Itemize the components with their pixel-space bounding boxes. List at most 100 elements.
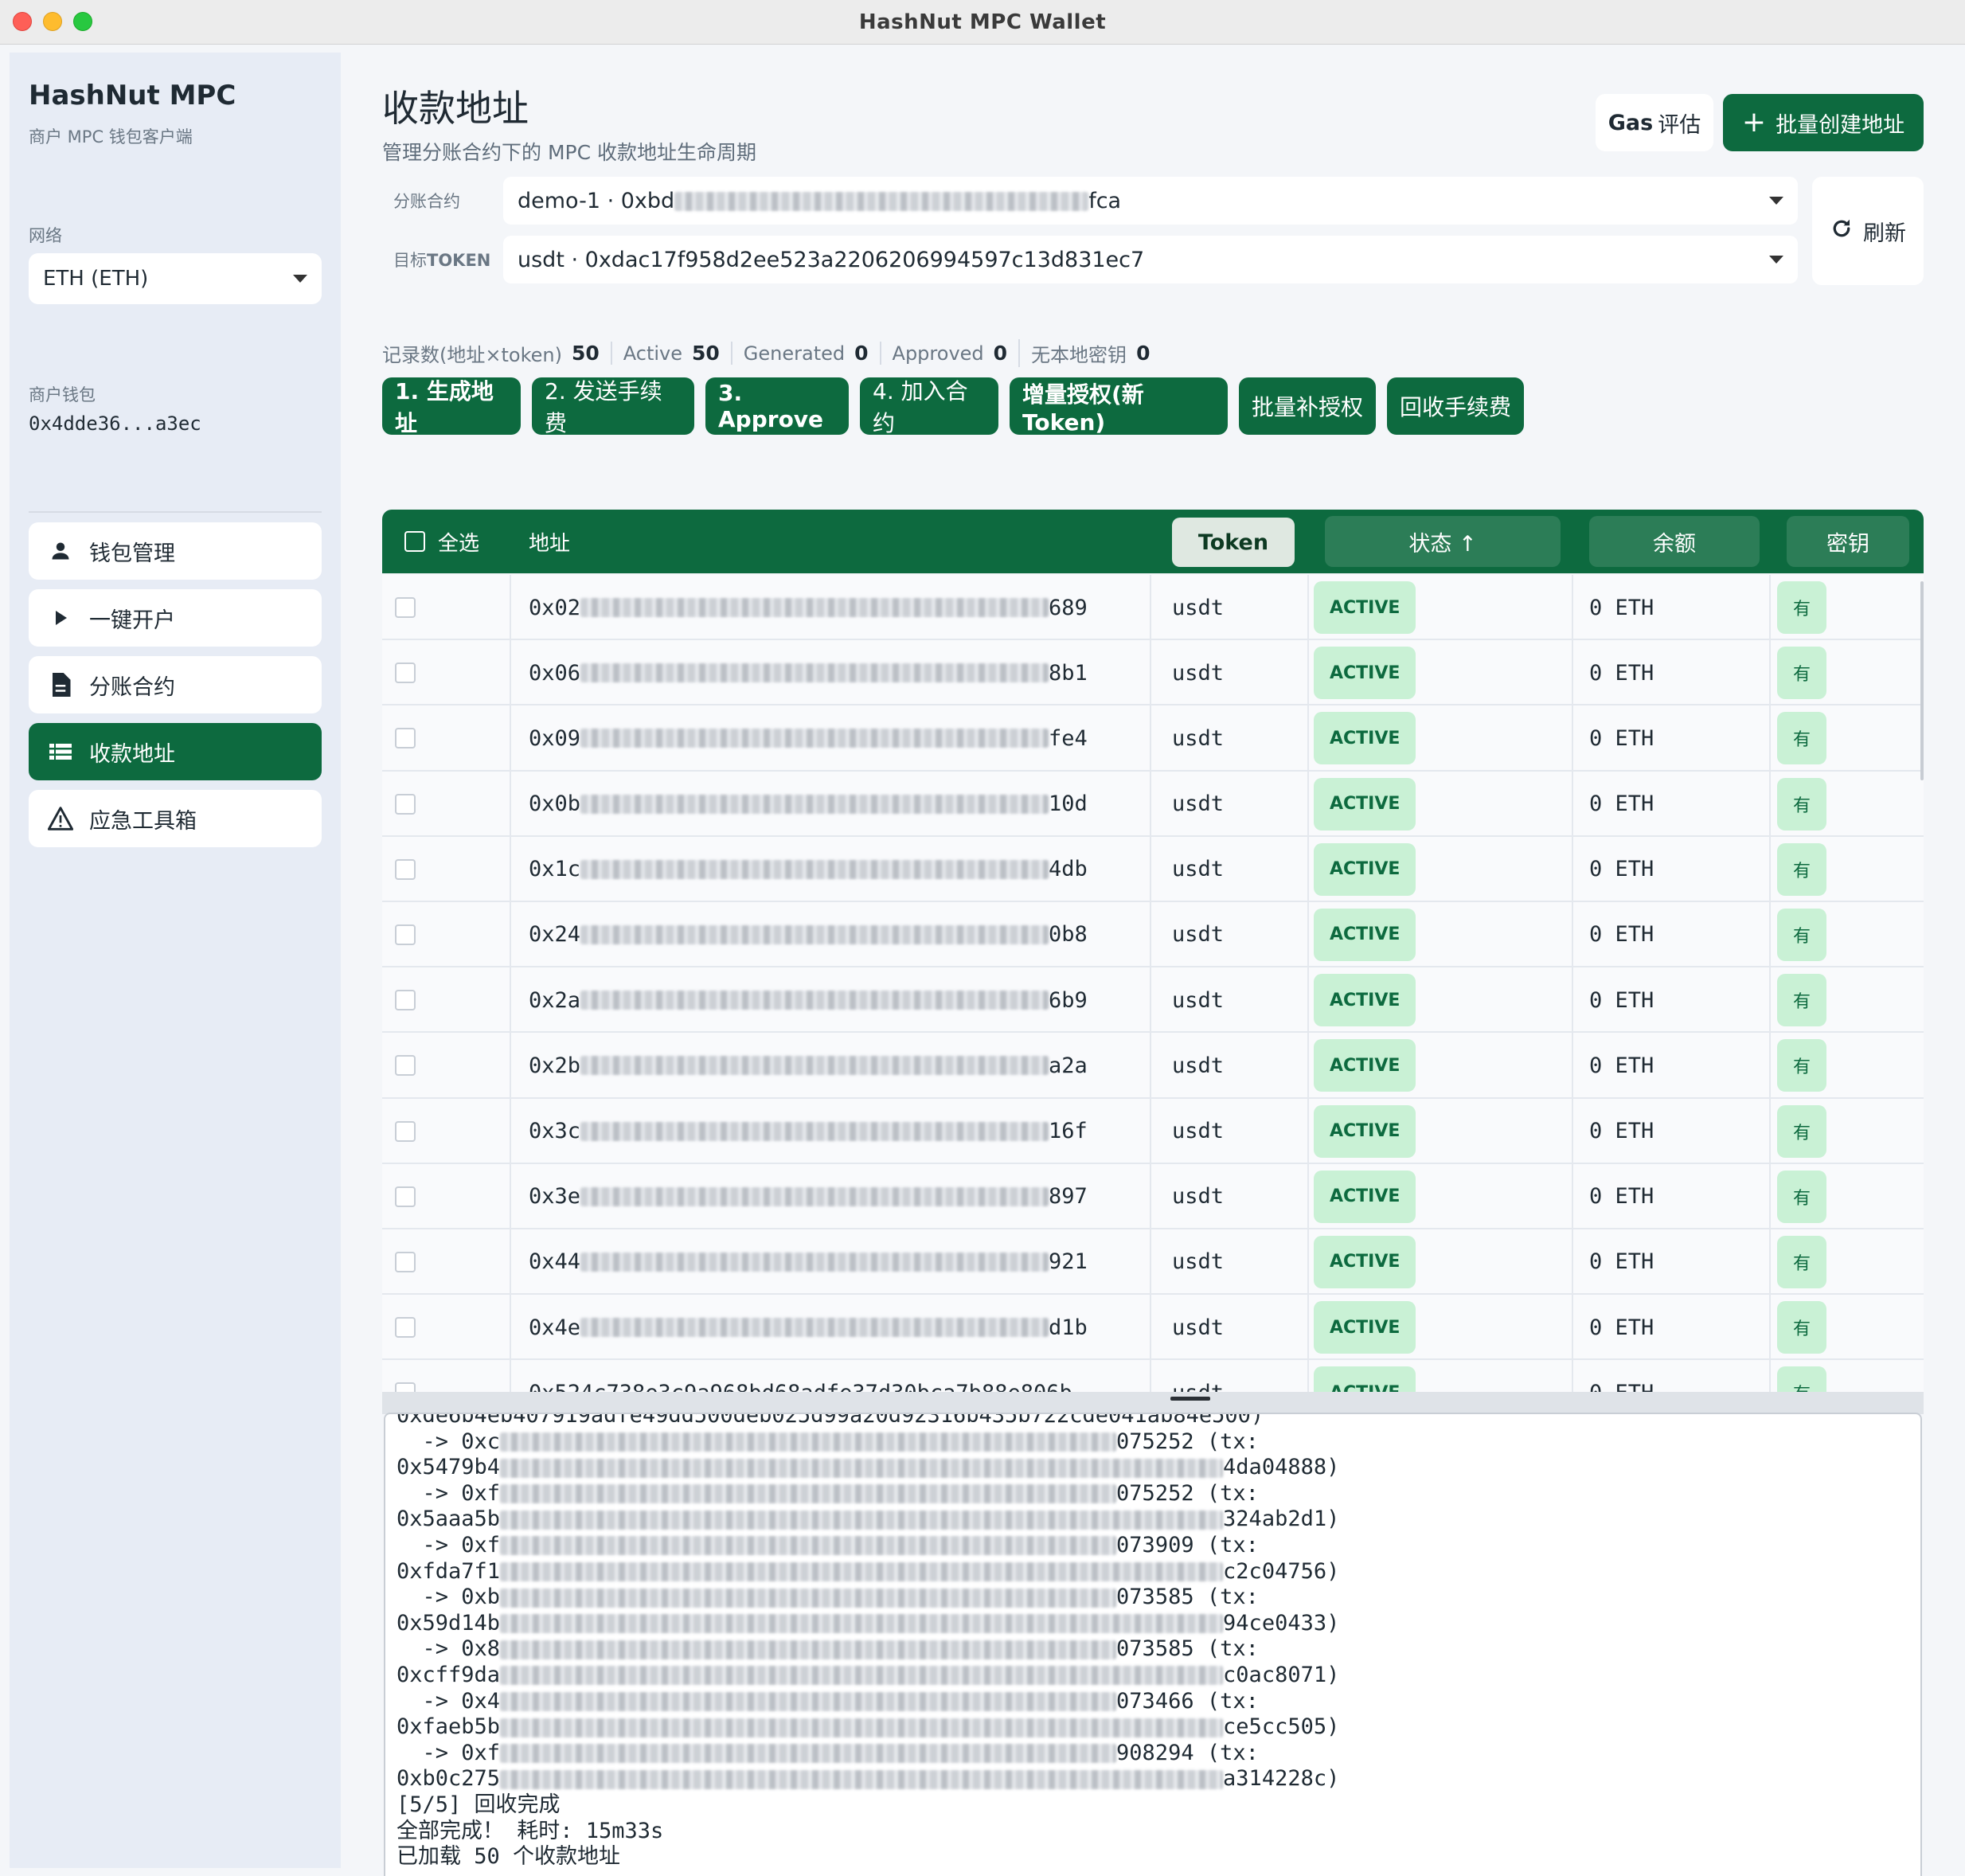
sidebar-item-label: 收款地址 — [89, 741, 175, 767]
address-prefix: 0x44 — [529, 1249, 581, 1275]
stat-records: 记录数(地址×token) 50 — [382, 339, 611, 367]
table-row[interactable]: 0x2b a2a usdt ACTIVE 0 ETH 有 — [382, 1033, 1924, 1099]
column-token[interactable]: Token — [1172, 518, 1295, 567]
table-row[interactable]: 0x02 689 usdt ACTIVE 0 ETH 有 — [382, 575, 1924, 641]
select-all[interactable]: 全选 — [404, 510, 479, 573]
column-key[interactable]: 密钥 — [1787, 516, 1909, 567]
reclaim-fee-button[interactable]: 回收手续费 — [1387, 377, 1524, 435]
address-prefix: 0x02 — [529, 595, 581, 620]
table-row[interactable]: 0x4e d1b usdt ACTIVE 0 ETH 有 — [382, 1295, 1924, 1361]
merchant-wallet-address: 0x4dde36...a3ec — [29, 412, 201, 435]
row-checkbox[interactable] — [395, 772, 416, 837]
redacted-address — [580, 924, 1049, 944]
key-cell: 有 — [1777, 902, 1826, 967]
refresh-button[interactable]: 刷新 — [1812, 177, 1924, 285]
gas-estimate-button[interactable]: Gas 评估 — [1596, 94, 1713, 151]
column-divider — [510, 575, 511, 639]
minimize-window-button[interactable] — [43, 12, 62, 31]
key-badge: 有 — [1777, 1170, 1826, 1223]
table-row[interactable]: 0x06 8b1 usdt ACTIVE 0 ETH 有 — [382, 640, 1924, 706]
balance-cell: 0 ETH — [1589, 857, 1654, 882]
table-row[interactable]: 0x44 921 usdt ACTIVE 0 ETH 有 — [382, 1229, 1924, 1296]
key-cell: 有 — [1777, 967, 1826, 1033]
row-checkbox[interactable] — [395, 967, 416, 1033]
table-row[interactable]: 0x3c 16f usdt ACTIVE 0 ETH 有 — [382, 1098, 1924, 1164]
status-cell: ACTIVE — [1314, 1360, 1416, 1392]
maximize-window-button[interactable] — [73, 12, 92, 31]
panel-splitter[interactable] — [382, 1392, 1924, 1414]
log-text: 0xcff9da — [397, 1662, 501, 1687]
row-checkbox[interactable] — [395, 1229, 416, 1295]
send-fee-button[interactable]: 2. 发送手续费 — [532, 377, 694, 436]
token-cell: usdt — [1172, 1360, 1224, 1392]
row-checkbox[interactable] — [395, 575, 416, 640]
table-row[interactable]: 0x3e 897 usdt ACTIVE 0 ETH 有 — [382, 1163, 1924, 1229]
token-select[interactable]: usdt · 0xdac17f958d2ee523a2206206994597c… — [503, 236, 1798, 283]
row-checkbox[interactable] — [395, 1099, 416, 1164]
column-divider — [1307, 1033, 1309, 1097]
table-row[interactable]: 0x2a 6b9 usdt ACTIVE 0 ETH 有 — [382, 967, 1924, 1034]
log-text-suffix: 073909 (tx: — [1116, 1532, 1259, 1557]
sidebar-divider — [29, 511, 322, 513]
main-content: 收款地址 管理分账合约下的 MPC 收款地址生命周期 Gas 评估 + 批量创建… — [341, 45, 1965, 1876]
network-select[interactable]: ETH (ETH) — [29, 253, 322, 304]
row-checkbox[interactable] — [395, 640, 416, 705]
splitter-grip[interactable] — [1170, 1397, 1210, 1401]
table-scrollbar[interactable] — [1920, 581, 1924, 780]
log-line: 全部完成！ 耗时: 15m33s — [397, 1819, 1339, 1845]
row-checkbox[interactable] — [395, 1295, 416, 1360]
row-checkbox[interactable] — [395, 837, 416, 902]
table-row[interactable]: 0x1c 4db usdt ACTIVE 0 ETH 有 — [382, 836, 1924, 902]
sidebar-item-split-contract[interactable]: 分账合约 — [29, 656, 322, 713]
batch-reauthorize-button[interactable]: 批量补授权 — [1239, 377, 1376, 435]
row-checkbox[interactable] — [395, 902, 416, 967]
row-checkbox[interactable] — [395, 705, 416, 771]
sidebar-item-emergency-toolbox[interactable]: 应急工具箱 — [29, 790, 322, 847]
approve-button[interactable]: 3. Approve — [705, 377, 849, 435]
table-row[interactable]: 0x0b 10d usdt ACTIVE 0 ETH 有 — [382, 771, 1924, 837]
stat-label: Active — [623, 342, 682, 365]
sidebar-item-receive-addresses[interactable]: 收款地址 — [29, 723, 322, 780]
batch-create-address-button[interactable]: + 批量创建地址 — [1723, 94, 1924, 151]
contract-select[interactable]: demo-1 · 0xbd fca — [503, 177, 1798, 225]
status-badge: ACTIVE — [1314, 777, 1416, 831]
row-checkbox[interactable] — [395, 1164, 416, 1229]
table-row[interactable]: 0x24 0b8 usdt ACTIVE 0 ETH 有 — [382, 901, 1924, 968]
token-cell: usdt — [1172, 857, 1225, 882]
sidebar-item-one-click-open[interactable]: 一键开户 — [29, 589, 322, 647]
log-line: -> 0x4 073466 (tx: — [397, 1689, 1339, 1715]
log-text-suffix: 94ce0433) — [1223, 1610, 1340, 1636]
row-checkbox[interactable] — [395, 1033, 416, 1098]
address-prefix: 0x2a — [529, 987, 581, 1013]
log-line: 0xfaeb5b ce5cc505) — [397, 1714, 1339, 1741]
incremental-authorize-button[interactable]: 增量授权(新Token) — [1010, 377, 1228, 436]
row-checkbox[interactable] — [395, 1360, 416, 1392]
select-all-checkbox[interactable] — [404, 531, 425, 552]
log-text: -> 0xb — [397, 1585, 501, 1610]
status-badge: ACTIVE — [1314, 908, 1416, 961]
column-divider — [1769, 1098, 1771, 1163]
column-divider — [510, 901, 511, 967]
redacted-address — [580, 1252, 1049, 1272]
column-divider — [1769, 901, 1771, 967]
column-divider — [1769, 836, 1771, 901]
column-status[interactable]: 状态 ↑ — [1325, 516, 1561, 567]
stat-label: 记录数(地址×token) — [382, 344, 562, 366]
redacted-address — [580, 1121, 1049, 1141]
generate-address-button[interactable]: 1. 生成地址 — [382, 377, 521, 436]
key-badge: 有 — [1777, 1104, 1826, 1158]
log-text: 0x5aaa5b — [397, 1507, 501, 1532]
close-window-button[interactable] — [13, 12, 32, 31]
redacted-address — [580, 991, 1049, 1010]
column-address[interactable]: 地址 — [529, 510, 570, 573]
table-row[interactable]: 0x09 fe4 usdt ACTIVE 0 ETH 有 — [382, 705, 1924, 772]
redacted-text — [500, 1458, 1224, 1478]
table-row[interactable]: 0x524c738e3c9a968bd68adfe37d30bca7b88e80… — [382, 1360, 1924, 1392]
column-balance[interactable]: 余额 — [1589, 516, 1760, 567]
balance-cell: 0 ETH — [1589, 1249, 1654, 1275]
join-contract-button[interactable]: 4. 加入合约 — [860, 377, 998, 436]
column-divider — [510, 1163, 511, 1228]
sidebar-item-wallet-management[interactable]: 钱包管理 — [29, 522, 322, 580]
column-divider — [510, 771, 511, 835]
column-divider — [1150, 1229, 1151, 1294]
